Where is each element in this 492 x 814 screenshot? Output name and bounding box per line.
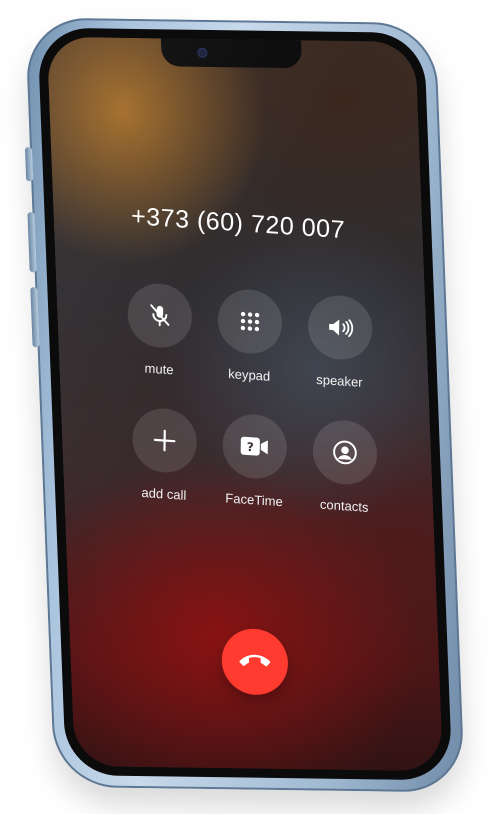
speaker-label: speaker xyxy=(316,371,363,390)
end-call-button[interactable] xyxy=(220,628,290,696)
silent-switch xyxy=(24,147,34,182)
svg-text:?: ? xyxy=(247,440,254,454)
contacts-icon xyxy=(312,418,378,487)
keypad-icon xyxy=(217,287,283,356)
speaker-button[interactable]: speaker xyxy=(294,293,385,392)
caller-number: +373 (60) 720 007 xyxy=(130,202,346,245)
mute-label: mute xyxy=(144,360,174,378)
facetime-button[interactable]: ? FaceTime xyxy=(209,412,300,511)
mic-off-icon xyxy=(127,281,193,350)
notch xyxy=(160,38,303,69)
controls-row-2: add call ? FaceTime contacts xyxy=(62,402,432,536)
front-camera-icon xyxy=(197,47,208,58)
volume-up-button xyxy=(27,212,37,273)
call-screen: +373 (60) 720 007 mute keypad speaker ad… xyxy=(46,36,444,772)
keypad-label: keypad xyxy=(228,366,271,384)
facetime-icon: ? xyxy=(222,412,288,481)
add-call-label: add call xyxy=(141,484,187,503)
keypad-button[interactable]: keypad xyxy=(204,287,295,386)
add-call-button[interactable]: add call xyxy=(119,406,210,505)
plus-icon xyxy=(132,406,198,475)
facetime-label: FaceTime xyxy=(225,490,283,510)
controls-row-1: mute keypad speaker xyxy=(58,277,428,411)
phone-hangup-icon xyxy=(239,654,271,667)
mute-button[interactable]: mute xyxy=(114,281,205,380)
call-controls: mute keypad speaker add call ? FaceTime … xyxy=(56,281,424,515)
iphone-device: +373 (60) 720 007 mute keypad speaker ad… xyxy=(24,17,466,793)
contacts-button[interactable]: contacts xyxy=(299,418,390,517)
speaker-icon xyxy=(307,293,373,362)
phone-bezel: +373 (60) 720 007 mute keypad speaker ad… xyxy=(37,27,453,781)
stage: +373 (60) 720 007 mute keypad speaker ad… xyxy=(0,0,492,814)
contacts-label: contacts xyxy=(319,496,369,515)
volume-down-button xyxy=(30,287,40,348)
